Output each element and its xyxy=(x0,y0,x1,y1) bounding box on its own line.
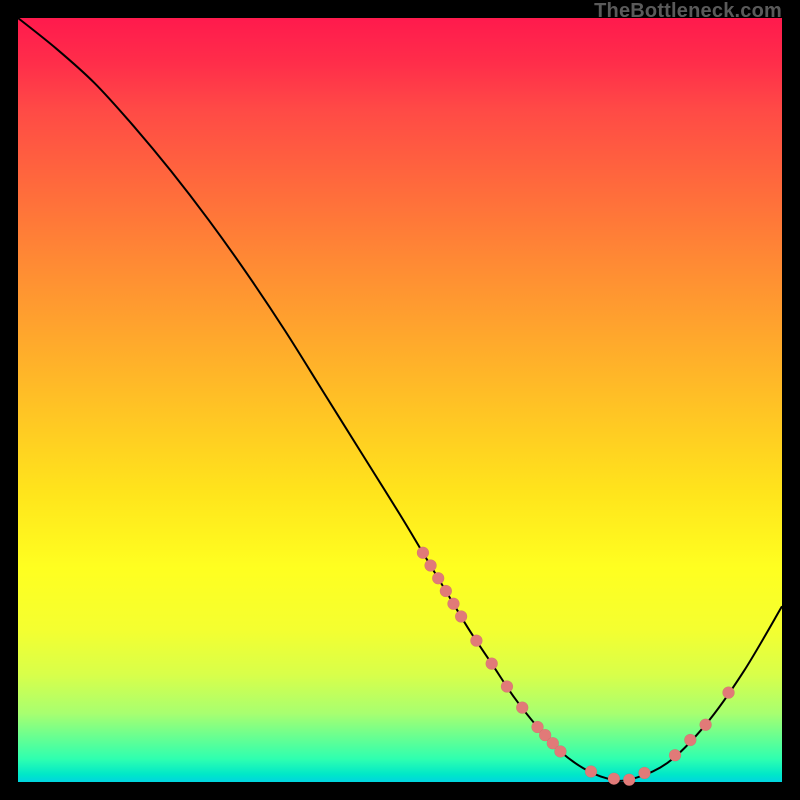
data-point xyxy=(432,572,444,584)
data-point xyxy=(440,585,452,597)
chart-svg xyxy=(18,18,782,782)
data-point xyxy=(486,658,498,670)
data-point xyxy=(470,635,482,647)
data-point xyxy=(417,547,429,559)
data-point xyxy=(684,734,696,746)
data-point xyxy=(425,560,437,572)
data-points xyxy=(417,547,735,786)
data-point xyxy=(585,766,597,778)
data-point xyxy=(638,767,650,779)
data-point xyxy=(608,773,620,785)
data-point xyxy=(623,774,635,786)
watermark-text: TheBottleneck.com xyxy=(594,0,782,23)
chart-plot-area xyxy=(18,18,782,782)
data-point xyxy=(723,687,735,699)
data-point xyxy=(516,702,528,714)
data-point xyxy=(501,681,513,693)
data-point xyxy=(669,749,681,761)
data-point xyxy=(554,745,566,757)
data-point xyxy=(700,719,712,731)
data-point xyxy=(455,610,467,622)
bottleneck-curve xyxy=(18,18,782,781)
